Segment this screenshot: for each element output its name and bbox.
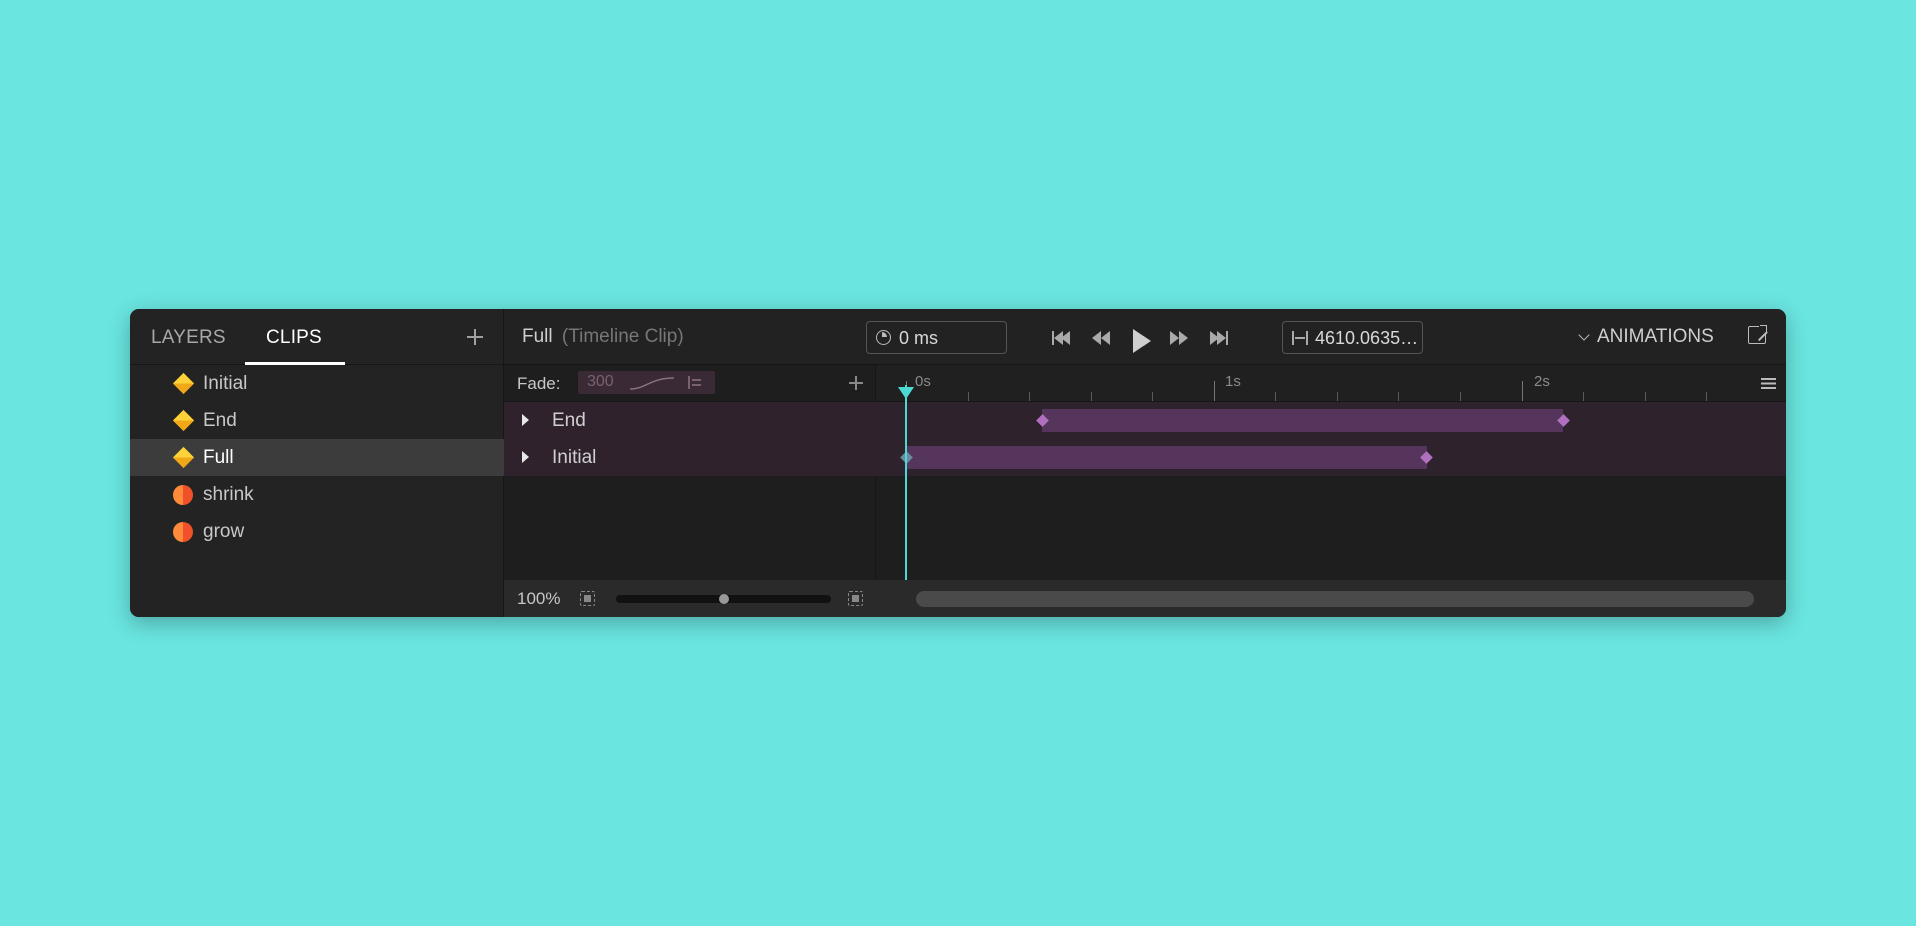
- fade-row: Fade: 300: [504, 365, 876, 402]
- animations-label: ANIMATIONS: [1597, 326, 1714, 347]
- timeline-clip-diamond-icon: [172, 409, 195, 432]
- clip-item-label: Full: [203, 446, 234, 468]
- duration-value: 4610.0635…: [1315, 328, 1419, 348]
- clip-list: Initial End Full shrink grow: [130, 365, 504, 550]
- ruler-minor-tick: [1275, 392, 1277, 401]
- add-clip-button[interactable]: [467, 329, 483, 345]
- zoom-slider[interactable]: [616, 594, 831, 604]
- track-label: End: [552, 410, 586, 431]
- ruler-minor-tick: [1090, 392, 1092, 401]
- popout-window-button[interactable]: [1748, 323, 1769, 344]
- current-time-value: 0 ms: [899, 328, 939, 348]
- clip-item-full[interactable]: Full: [130, 439, 504, 476]
- fast-forward-icon: [1170, 331, 1179, 345]
- clip-item-shrink[interactable]: shrink: [130, 476, 504, 513]
- timeline-menu-icon[interactable]: [1761, 378, 1776, 389]
- tab-layers[interactable]: LAYERS: [151, 327, 226, 349]
- play-icon: [1133, 329, 1151, 353]
- zoom-percentage: 100%: [517, 589, 561, 608]
- ruler-minor-tick: [1583, 392, 1585, 401]
- ruler-label-1s: 1s: [1225, 373, 1241, 390]
- ruler-minor-tick: [1644, 392, 1646, 401]
- clip-item-initial[interactable]: Initial: [130, 365, 504, 402]
- track-headers: Fade: 300 End Initial: [504, 365, 876, 580]
- clip-item-end[interactable]: End: [130, 402, 504, 439]
- clips-sidebar: LAYERS CLIPS Initial End Full shrink gro…: [130, 309, 504, 617]
- external-link-icon: [1760, 325, 1767, 332]
- ruler-major-tick: [1521, 381, 1523, 401]
- timeline-clip-diamond-icon: [172, 372, 195, 395]
- ruler-minor-tick: [1460, 392, 1462, 401]
- ruler-label-2s: 2s: [1534, 373, 1550, 390]
- clip-item-label: grow: [203, 520, 245, 542]
- clip-type: (Timeline Clip): [561, 326, 684, 347]
- ruler-minor-tick: [1029, 392, 1031, 401]
- tab-clips[interactable]: CLIPS: [266, 327, 322, 349]
- clip-item-label: Initial: [203, 372, 248, 394]
- fade-control[interactable]: 300: [578, 371, 715, 394]
- zoom-slider-thumb[interactable]: [718, 594, 729, 604]
- expand-caret-icon[interactable]: [522, 414, 529, 426]
- clip-item-label: End: [203, 409, 237, 431]
- ruler-major-tick: [1213, 381, 1215, 401]
- ruler-minor-tick: [967, 392, 969, 401]
- easing-curve-icon: [629, 377, 675, 390]
- duration-field[interactable]: 4610.0635…: [1282, 321, 1423, 354]
- timeline-row-initial: [876, 439, 1786, 476]
- rewind-button[interactable]: [1092, 323, 1110, 353]
- ruler-minor-tick: [1706, 392, 1708, 401]
- timeline-clip-diamond-icon: [172, 446, 195, 469]
- animation-clip-circle-icon: [173, 521, 193, 542]
- chevron-down-icon: [1578, 328, 1590, 341]
- timeline-row-end: [876, 402, 1786, 439]
- timeline-toolbar: Full (Timeline Clip) 0 ms 4610.0635… ANI…: [504, 309, 1786, 365]
- clip-bar[interactable]: [906, 446, 1427, 469]
- duration-icon: [1292, 331, 1308, 345]
- clock-icon: [876, 330, 891, 345]
- clip-bar[interactable]: [1042, 409, 1564, 432]
- ruler-minor-tick: [1152, 392, 1154, 401]
- clip-title: Full (Timeline Clip): [522, 326, 684, 348]
- skip-to-end-button[interactable]: [1210, 323, 1228, 353]
- track-label: Initial: [552, 447, 597, 468]
- align-icon: [688, 376, 702, 389]
- animations-dropdown[interactable]: ANIMATIONS: [1578, 326, 1714, 348]
- transport-controls: [1052, 323, 1242, 353]
- timeline-area[interactable]: 0s 1s 2s: [876, 365, 1786, 580]
- ruler-minor-tick: [1398, 392, 1400, 401]
- clip-item-grow[interactable]: grow: [130, 513, 504, 550]
- zoom-full-icon[interactable]: [848, 591, 863, 606]
- track-row-initial[interactable]: Initial: [504, 439, 876, 476]
- animation-panel: LAYERS CLIPS Initial End Full shrink gro…: [130, 309, 1786, 617]
- track-row-end[interactable]: End: [504, 402, 876, 439]
- fast-forward-button[interactable]: [1170, 323, 1188, 353]
- ruler-minor-tick: [1336, 392, 1338, 401]
- expand-caret-icon[interactable]: [522, 451, 529, 463]
- horizontal-scrollbar[interactable]: [916, 591, 1754, 607]
- time-ruler[interactable]: 0s 1s 2s: [876, 365, 1786, 402]
- fade-label: Fade:: [517, 374, 561, 393]
- playhead-line: [905, 385, 907, 580]
- zoom-fit-icon[interactable]: [580, 591, 595, 606]
- play-button[interactable]: [1133, 326, 1151, 356]
- clip-item-label: shrink: [203, 483, 254, 505]
- current-time-field[interactable]: 0 ms: [866, 321, 1007, 354]
- rewind-icon: [1092, 331, 1101, 345]
- playhead-handle[interactable]: [898, 387, 914, 399]
- ruler-label-0s: 0s: [915, 373, 931, 390]
- timeline-footer: 100%: [504, 580, 1786, 617]
- skip-to-start-button[interactable]: [1052, 323, 1070, 353]
- fade-duration-value: 300: [587, 373, 614, 390]
- add-track-button[interactable]: [849, 376, 863, 390]
- clip-name: Full: [522, 326, 553, 347]
- sidebar-tabs: LAYERS CLIPS: [130, 309, 504, 365]
- animation-clip-circle-icon: [173, 484, 193, 505]
